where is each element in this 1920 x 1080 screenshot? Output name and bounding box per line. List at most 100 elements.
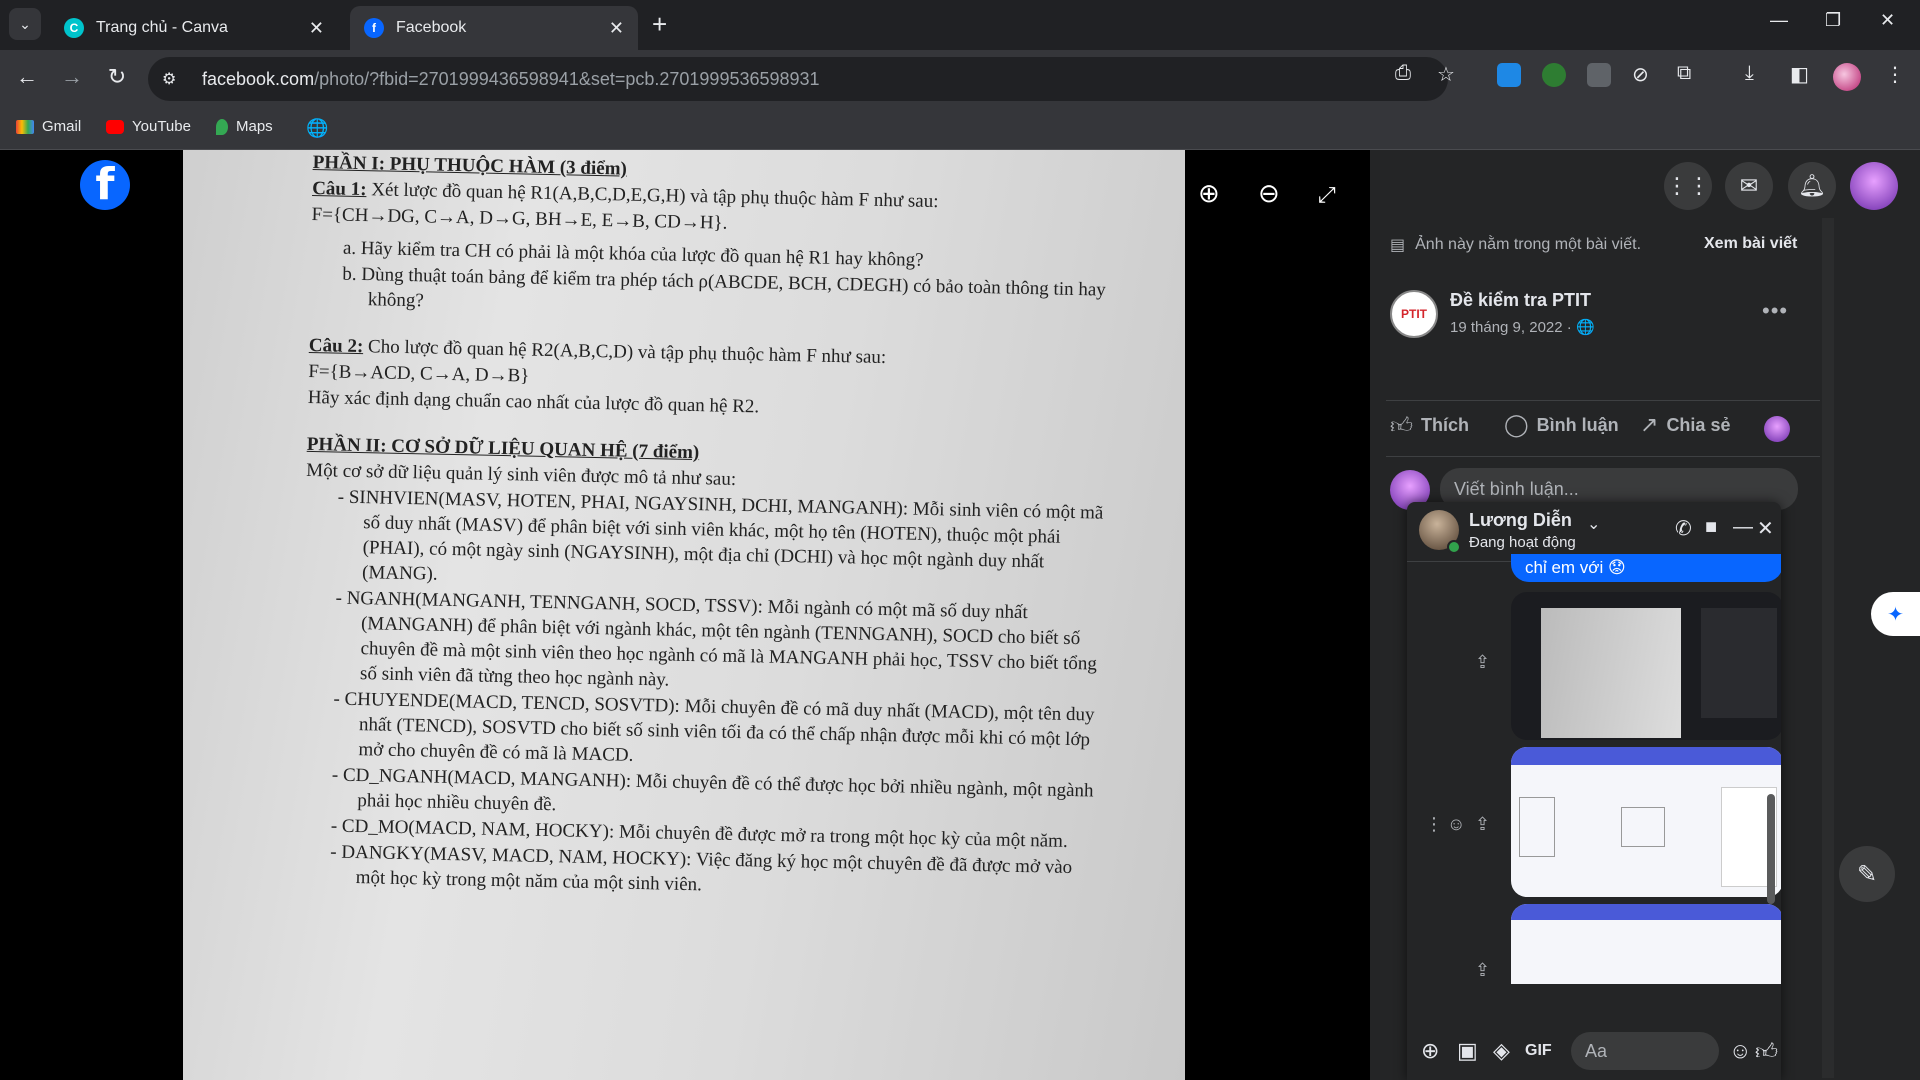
reaction-profile-avatar[interactable]	[1764, 416, 1790, 442]
exam-document: PHẦN I: PHỤ THUỘC HÀM (3 điểm) Câu 1: Xé…	[298, 150, 1113, 907]
extensions-puzzle-icon[interactable]: ⧉	[1677, 62, 1691, 85]
react-icon[interactable]: ☺	[1447, 814, 1465, 835]
chat-contact-status: Đang hoạt động	[1469, 534, 1576, 551]
document-icon: ▤	[1390, 237, 1406, 254]
fullscreen-icon[interactable]: ⤢	[1318, 182, 1336, 208]
minimize-chat-icon[interactable]: —	[1733, 516, 1753, 539]
menu-grid-icon[interactable]: ⋮⋮	[1664, 162, 1712, 210]
see-post-link[interactable]: Xem bài viết	[1704, 235, 1797, 253]
close-chat-icon[interactable]: ✕	[1757, 516, 1774, 541]
thumb-box	[1621, 807, 1665, 847]
notice-text: Ảnh này nằm trong một bài viết.	[1415, 236, 1642, 253]
like-button[interactable]: 👍︎ Thích	[1390, 412, 1469, 439]
address-bar[interactable]: ⚙ facebook.com/photo/?fbid=2701999436598…	[148, 57, 1448, 101]
message-image-diagram[interactable]	[1511, 747, 1781, 897]
restore-icon[interactable]: ❐	[1825, 10, 1841, 31]
side-panel-icon[interactable]: ◧	[1790, 62, 1809, 87]
more-options-icon[interactable]: •••	[1762, 298, 1788, 324]
extension-pen-icon[interactable]	[1587, 63, 1611, 87]
tab-facebook[interactable]: f Facebook ✕	[350, 6, 638, 50]
chat-scrollbar[interactable]	[1765, 564, 1777, 992]
site-info-icon[interactable]: ⚙	[162, 69, 186, 89]
share-message-icon[interactable]: ⇪	[1475, 960, 1490, 981]
message-bubble[interactable]: chỉ em với 😟	[1511, 554, 1781, 582]
close-window-icon[interactable]: ✕	[1880, 10, 1895, 31]
facebook-photo-page: f PHẦN I: PHỤ THUỘC HÀM (3 điểm) Câu 1: …	[0, 150, 1920, 1080]
extension-globe-icon[interactable]	[1542, 63, 1566, 87]
divider	[1386, 456, 1820, 457]
panel-scrollbar[interactable]	[1822, 218, 1834, 1078]
item-sinhvien: - SINHVIEN(MASV, HOTEN, PHAI, NGAYSINH, …	[337, 486, 1104, 585]
new-tab-button[interactable]: +	[652, 10, 667, 38]
page-avatar[interactable]: PTIT	[1390, 290, 1438, 338]
browser-toolbar: ← → ↻ ⚙ facebook.com/photo/?fbid=2701999…	[0, 50, 1920, 108]
close-tab-icon[interactable]: ✕	[309, 18, 324, 39]
post-date[interactable]: 19 tháng 9, 2022 · 🌐	[1450, 318, 1595, 336]
like-icon: 👍︎	[1390, 413, 1413, 438]
bookmark-label: Maps	[236, 118, 273, 135]
tab-search-button[interactable]: ⌄	[9, 8, 41, 40]
youtube-icon	[106, 119, 124, 134]
facebook-logo[interactable]: f	[80, 160, 130, 210]
gmail-icon	[16, 119, 34, 134]
chat-contact-name[interactable]: Lương Diễn	[1469, 510, 1572, 531]
forward-icon[interactable]: →	[57, 64, 87, 90]
zoom-in-icon[interactable]: ⊕	[1198, 178, 1220, 209]
add-plus-icon[interactable]: ⊕	[1421, 1038, 1439, 1064]
menu-icon[interactable]: ⋮	[1885, 62, 1905, 87]
extension-compass-icon[interactable]: ⊘	[1632, 62, 1649, 87]
extension-water-icon[interactable]	[1497, 63, 1521, 87]
tab-title: Trang chủ - Canva	[96, 19, 228, 36]
url-text: facebook.com/photo/?fbid=270199943659894…	[202, 68, 820, 89]
bookmark-star-icon[interactable]: ☆	[1437, 62, 1455, 87]
message-more-icon[interactable]: ⋮	[1425, 814, 1443, 835]
attach-image-icon[interactable]: ▣	[1457, 1038, 1478, 1064]
notifications-bell-icon[interactable]: 🔔︎	[1788, 162, 1836, 210]
download-icon[interactable]: ⤓	[1745, 62, 1754, 85]
canva-icon: C	[64, 18, 84, 38]
bookmark-label: YouTube	[132, 118, 191, 135]
thumb-header-bar	[1511, 747, 1781, 765]
emoji-icon[interactable]: ☺	[1729, 1038, 1751, 1064]
account-avatar[interactable]	[1850, 162, 1898, 210]
comment-icon: ◯	[1504, 412, 1529, 437]
reload-icon[interactable]: ↻	[102, 64, 132, 90]
globe-icon[interactable]: 🌐	[306, 118, 328, 139]
chat-header[interactable]: Lương Diễn Đang hoạt động ⌄ ✆ ■ — ✕	[1407, 502, 1781, 562]
gif-icon[interactable]: GIF	[1525, 1042, 1552, 1060]
close-tab-icon[interactable]: ✕	[609, 18, 624, 39]
back-icon[interactable]: ←	[12, 64, 42, 90]
new-message-compose-icon[interactable]: ✎	[1839, 846, 1895, 902]
chevron-down-icon[interactable]: ⌄	[1587, 514, 1600, 534]
profile-avatar[interactable]	[1833, 63, 1861, 91]
thumbs-up-send-icon[interactable]: 👍︎	[1755, 1038, 1778, 1065]
share-button[interactable]: ↗ Chia sẻ	[1640, 412, 1730, 438]
share-message-icon[interactable]: ⇪	[1475, 652, 1490, 673]
install-app-icon[interactable]: ⎙	[1395, 62, 1411, 85]
message-input[interactable]: Aa	[1571, 1032, 1719, 1070]
like-label: Thích	[1421, 415, 1469, 435]
maps-icon	[216, 118, 228, 135]
bookmark-youtube[interactable]: YouTube	[106, 118, 191, 135]
thumb-header-bar	[1511, 904, 1781, 920]
bookmark-gmail[interactable]: Gmail	[16, 118, 81, 135]
share-message-icon[interactable]: ⇪	[1475, 814, 1490, 835]
share-label: Chia sẻ	[1666, 414, 1731, 435]
sparkle-assistant-icon[interactable]: ✦	[1871, 592, 1920, 636]
chat-scroll-thumb[interactable]	[1767, 794, 1775, 904]
item-nganh: - NGANH(MANGANH, TENNGANH, SOCD, TSSV): …	[335, 587, 1098, 691]
thumb-photo-area	[1541, 608, 1681, 738]
tab-canva[interactable]: C Trang chủ - Canva ✕	[50, 6, 338, 50]
bookmark-maps[interactable]: Maps	[216, 118, 273, 135]
zoom-out-icon[interactable]: ⊖	[1258, 178, 1280, 209]
minimize-icon[interactable]: —	[1770, 10, 1788, 31]
sticker-icon[interactable]: ◈	[1493, 1038, 1510, 1064]
message-image-erd[interactable]	[1511, 904, 1781, 984]
bookmarks-bar: Gmail YouTube Maps 🌐	[0, 108, 1920, 150]
messenger-icon[interactable]: ✉	[1725, 162, 1773, 210]
message-image-screenshot[interactable]	[1511, 592, 1781, 740]
phone-call-icon[interactable]: ✆	[1675, 516, 1692, 541]
post-author[interactable]: Đề kiểm tra PTIT	[1450, 290, 1591, 311]
comment-button[interactable]: ◯ Bình luận	[1504, 412, 1619, 438]
video-call-icon[interactable]: ■	[1705, 516, 1717, 539]
